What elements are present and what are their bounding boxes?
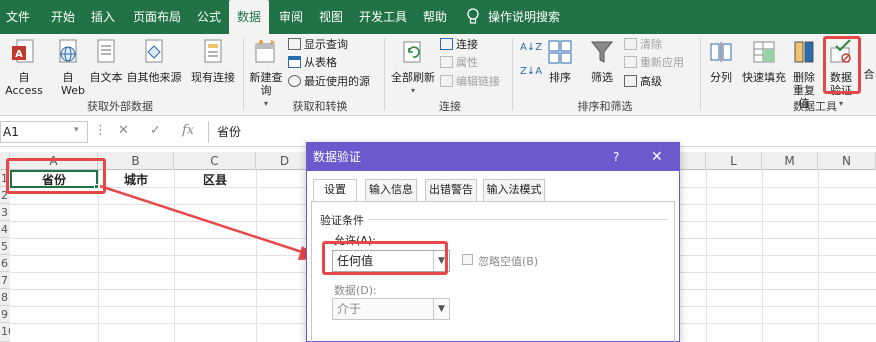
criteria-divider (368, 219, 668, 220)
chevron-down-icon[interactable]: ▼ (433, 299, 449, 319)
data-label: 数据(D): (334, 284, 377, 297)
validation-criteria-label: 验证条件 (320, 214, 364, 227)
ignore-blank-label: 忽略空值(B) (478, 255, 539, 268)
data-select-value: 介于 (337, 302, 362, 316)
tab-settings[interactable]: 设置 (313, 179, 357, 202)
close-icon[interactable]: ✕ (651, 143, 663, 171)
tab-ime-mode[interactable]: 输入法模式 (483, 179, 545, 201)
highlight-allow-select (322, 241, 448, 275)
ignore-blank-checkbox[interactable] (462, 254, 473, 265)
data-select[interactable]: 介于 ▼ (332, 298, 450, 320)
dialog-help-icon[interactable]: ? (613, 143, 619, 171)
tab-error-alert[interactable]: 出错警告 (425, 179, 477, 201)
tab-input-message[interactable]: 输入信息 (365, 179, 417, 201)
dialog-title: 数据验证 (307, 143, 679, 171)
